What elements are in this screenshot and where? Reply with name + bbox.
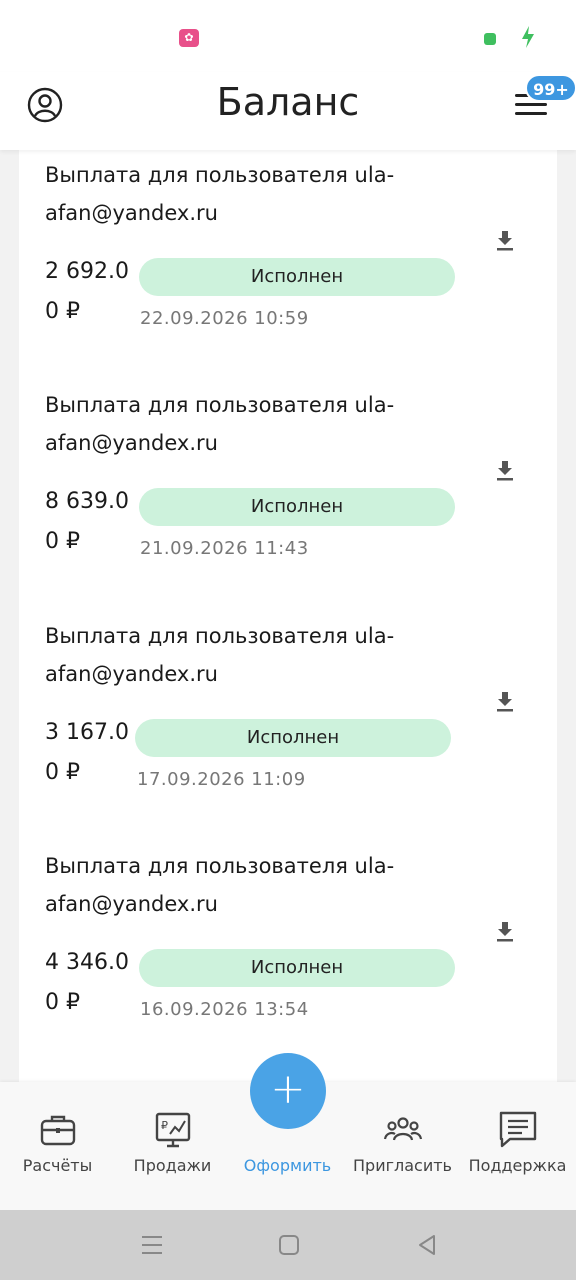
nav-item-settlements[interactable]: Расчёты — [0, 1082, 115, 1210]
nav-item-support[interactable]: Поддержка — [460, 1082, 575, 1210]
payout-amount-currency: 0 ₽ — [45, 299, 80, 324]
payout-amount-currency: 0 ₽ — [45, 990, 80, 1015]
payout-amount: 3 167.0 — [45, 720, 129, 745]
svg-text:₽: ₽ — [161, 1119, 168, 1132]
payout-item: Выплата для пользователя ula-afan@yandex… — [19, 841, 557, 1071]
payout-datetime: 22.09.2026 10:59 — [140, 308, 309, 329]
payout-item: Выплата для пользователя ula-afan@yandex… — [19, 380, 557, 610]
payout-amount-currency: 0 ₽ — [45, 760, 80, 785]
nav-label: Поддержка — [468, 1156, 567, 1175]
payout-item: Выплата для пользователя ula-afan@yandex… — [19, 150, 557, 380]
status-badge: Исполнен — [139, 949, 455, 987]
download-icon[interactable] — [495, 230, 515, 252]
payout-title: Выплата для пользователя ula-afan@yandex… — [45, 163, 395, 225]
payout-amount: 2 692.0 — [45, 259, 129, 284]
chat-icon — [499, 1111, 536, 1148]
status-badge: Исполнен — [139, 258, 455, 296]
nav-label: Оформить — [243, 1156, 332, 1175]
home-icon[interactable] — [276, 1232, 302, 1258]
back-icon[interactable] — [414, 1232, 440, 1258]
payout-item: Выплата для пользователя ula-afan@yandex… — [19, 611, 557, 841]
notification-app-icon: ✿ — [179, 29, 199, 47]
payout-datetime: 16.09.2026 13:54 — [140, 999, 309, 1020]
download-icon[interactable] — [495, 921, 515, 943]
payout-title: Выплата для пользователя ula-afan@yandex… — [45, 393, 395, 455]
payout-datetime: 17.09.2026 11:09 — [137, 769, 306, 790]
notification-badge: 99+ — [525, 74, 576, 102]
status-bar: ✿ — [0, 0, 576, 72]
people-icon — [383, 1117, 422, 1141]
page-title: Баланс — [216, 80, 360, 124]
nav-label: Продажи — [133, 1156, 212, 1175]
recent-apps-icon[interactable] — [139, 1232, 165, 1258]
system-nav-bar — [0, 1210, 576, 1280]
download-icon[interactable] — [495, 460, 515, 482]
briefcase-icon — [40, 1115, 75, 1146]
payout-title: Выплата для пользователя ula-afan@yandex… — [45, 854, 395, 916]
status-badge: Исполнен — [139, 488, 455, 526]
nav-label: Пригласить — [353, 1156, 452, 1175]
payout-amount: 8 639.0 — [45, 489, 129, 514]
payouts-list: Выплата для пользователя ula-afan@yandex… — [19, 150, 557, 1082]
payout-title: Выплата для пользователя ula-afan@yandex… — [45, 624, 395, 686]
app-header: Баланс 99+ — [0, 72, 576, 150]
green-status-icon — [484, 33, 496, 45]
payout-amount: 4 346.0 — [45, 950, 129, 975]
status-badge: Исполнен — [135, 719, 451, 757]
nav-label: Расчёты — [22, 1156, 93, 1175]
create-fab-button[interactable]: + — [250, 1053, 326, 1129]
charging-icon — [522, 26, 534, 48]
payout-datetime: 21.09.2026 11:43 — [140, 538, 309, 559]
sales-monitor-icon: ₽ — [155, 1112, 190, 1148]
nav-item-sales[interactable]: ₽ Продажи — [115, 1082, 230, 1210]
nav-item-invite[interactable]: Пригласить — [345, 1082, 460, 1210]
payout-amount-currency: 0 ₽ — [45, 529, 80, 554]
download-icon[interactable] — [495, 691, 515, 713]
